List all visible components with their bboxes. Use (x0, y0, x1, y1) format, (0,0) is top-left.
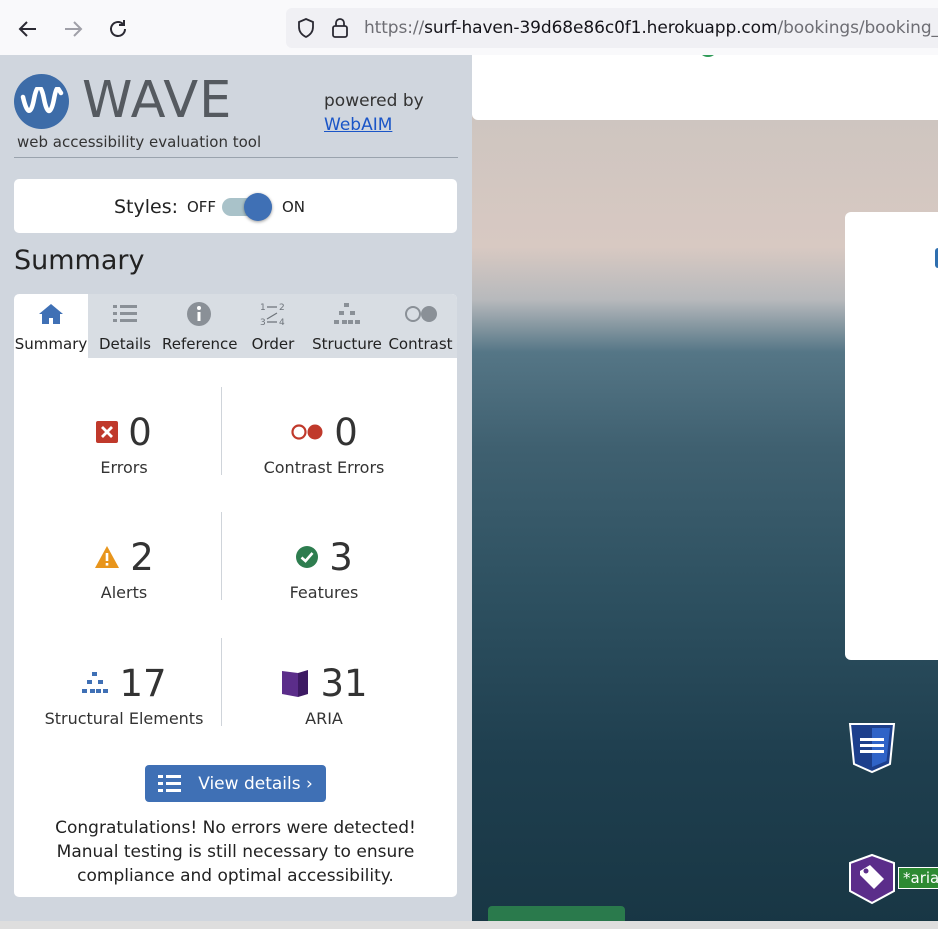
feature-icon (296, 546, 319, 568)
url-scheme: https:// (364, 18, 425, 38)
features-count: 3 (329, 535, 353, 579)
aria-tag-label: *aria- (898, 867, 938, 889)
forward-arrow-icon (65, 21, 83, 37)
wave-logo-text: WAVE (82, 71, 233, 130)
webaim-link[interactable]: WebAIM (324, 115, 392, 135)
lock-icon[interactable] (330, 18, 350, 38)
shield-icon[interactable] (296, 18, 316, 38)
back-arrow-icon (18, 21, 36, 37)
aria-label-icon[interactable] (846, 853, 898, 905)
reload-icon (110, 20, 126, 37)
styles-toggle-knob[interactable] (244, 193, 272, 221)
stat-aria[interactable]: 31 ARIA (224, 661, 424, 728)
errors-label: Errors (100, 458, 148, 477)
address-bar[interactable]: https://surf-haven-39d68e86c0f1.herokuap… (286, 8, 938, 48)
powered-by-text: powered by (324, 91, 424, 111)
tab-label: Details (98, 335, 151, 353)
reload-button[interactable] (105, 16, 131, 42)
structural-count: 17 (119, 661, 167, 705)
styles-label: Styles: (114, 196, 179, 218)
aria-count: 31 (320, 661, 368, 705)
congrats-message: Congratulations! No errors were detected… (55, 818, 416, 886)
stat-features[interactable]: 3 Features (224, 535, 424, 603)
svg-text:2: 2 (279, 303, 285, 313)
browser-toolbar: https://surf-haven-39d68e86c0f1.herokuap… (0, 0, 938, 56)
list-icon (158, 774, 182, 792)
svg-text:3: 3 (260, 318, 266, 327)
view-details-button[interactable]: View details › (145, 765, 326, 802)
svg-text:1: 1 (260, 303, 266, 313)
url-text[interactable]: https://surf-haven-39d68e86c0f1.herokuap… (364, 18, 938, 38)
list-icon (88, 302, 162, 326)
tab-summary[interactable]: Summary (14, 294, 88, 358)
tab-bar: Summary Details Reference 1 2 3 4 Order Str… (14, 294, 457, 358)
feature-marker-icon[interactable] (698, 55, 718, 57)
page-content: *aria- (472, 55, 938, 929)
tab-label: Structure (312, 335, 382, 353)
stat-errors[interactable]: 0 Errors (24, 410, 224, 477)
page-header-card (472, 55, 938, 120)
forward-button[interactable] (60, 16, 86, 42)
css-structure-icon[interactable] (846, 722, 898, 774)
contrast-icon (384, 302, 457, 326)
booking-card (845, 212, 938, 660)
alert-icon (95, 546, 120, 568)
info-icon (162, 302, 236, 326)
tab-structure[interactable]: Structure (310, 294, 384, 358)
tab-label: Reference (162, 335, 238, 353)
alerts-label: Alerts (100, 583, 148, 602)
aria-icon (282, 670, 309, 697)
tab-order[interactable]: 1 2 3 4 Order (236, 294, 310, 358)
errors-count: 0 (128, 410, 152, 454)
svg-text:4: 4 (279, 318, 285, 327)
tab-contrast[interactable]: Contrast (384, 294, 457, 358)
tab-reference[interactable]: Reference (162, 294, 238, 358)
features-label: Features (289, 583, 359, 602)
wave-logo-icon (14, 74, 69, 129)
structural-label: Structural Elements (44, 709, 204, 728)
wave-sidebar: WAVE web accessibility evaluation tool p… (0, 55, 472, 929)
styles-on-label: ON (282, 198, 306, 216)
styles-toggle-box: Styles: OFF ON (14, 179, 457, 233)
tab-details[interactable]: Details (88, 294, 162, 358)
contrast-error-icon (291, 424, 323, 440)
back-button[interactable] (15, 16, 41, 42)
horizontal-scrollbar[interactable] (0, 921, 938, 929)
styles-off-label: OFF (187, 198, 217, 216)
structure-icon (310, 302, 384, 326)
wave-tagline: web accessibility evaluation tool (17, 133, 262, 151)
home-icon (14, 302, 88, 326)
order-icon: 1 2 3 4 (236, 302, 310, 327)
contrast-errors-label: Contrast Errors (263, 458, 385, 477)
summary-panel: Summary Details Reference 1 2 3 4 Order Str… (14, 294, 457, 897)
tab-label: Order (251, 335, 295, 353)
stat-alerts[interactable]: 2 Alerts (24, 535, 224, 602)
alerts-count: 2 (130, 535, 154, 579)
view-details-label: View details › (198, 773, 313, 794)
aria-label: ARIA (305, 709, 343, 728)
header-divider (14, 157, 458, 158)
error-icon (96, 421, 119, 443)
structure-icon (82, 672, 109, 693)
contrast-errors-count: 0 (334, 410, 358, 454)
url-path: /bookings/booking_list/ (777, 18, 938, 38)
tab-label: Summary (14, 335, 88, 353)
stat-contrast-errors[interactable]: 0 Contrast Errors (224, 410, 424, 478)
url-host: surf-haven-39d68e86c0f1.herokuapp.com (424, 18, 778, 38)
tab-label: Contrast (388, 335, 453, 353)
stat-structural-elements[interactable]: 17 Structural Elements (24, 661, 224, 729)
summary-heading: Summary (14, 245, 145, 276)
